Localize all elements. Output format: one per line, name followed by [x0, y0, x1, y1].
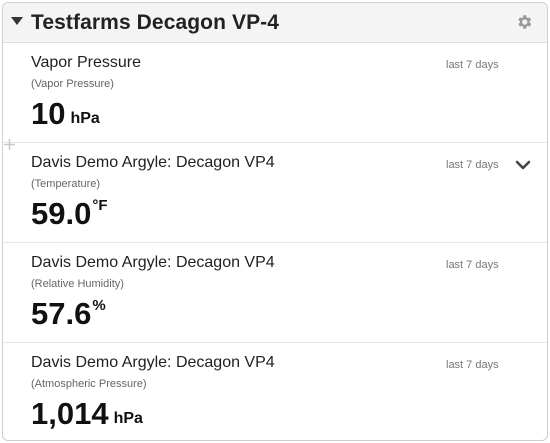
reading: 1,014 hPa [31, 396, 143, 432]
sensor-name: Davis Demo Argyle: Decagon VP4 [31, 154, 275, 171]
metric-type: (Relative Humidity) [31, 278, 124, 290]
reading: 57.6 % [31, 296, 106, 332]
metric-type: (Vapor Pressure) [31, 78, 114, 90]
reading: 59.0 °F [31, 196, 108, 232]
sensor-card[interactable]: Davis Demo Argyle: Decagon VP4 (Temperat… [3, 139, 547, 243]
reading-value: 57.6 [31, 296, 92, 331]
drag-handle-icon[interactable] [4, 139, 15, 150]
reading-unit: °F [92, 197, 108, 214]
reading-unit: hPa [113, 410, 143, 427]
metric-type: (Temperature) [31, 178, 101, 190]
time-period: last 7 days [446, 259, 499, 271]
reading-value: 10 [31, 96, 66, 131]
sensor-name: Vapor Pressure [31, 54, 141, 71]
reading-value: 59.0 [31, 196, 92, 231]
chevron-down-icon[interactable] [515, 159, 531, 171]
sensor-name: Davis Demo Argyle: Decagon VP4 [31, 254, 275, 271]
sensor-card[interactable]: Davis Demo Argyle: Decagon VP4 (Relative… [3, 243, 547, 343]
metric-type: (Atmospheric Pressure) [31, 378, 147, 390]
widget-header: Testfarms Decagon VP-4 [3, 3, 547, 43]
sensor-card[interactable]: Davis Demo Argyle: Decagon VP4 (Atmosphe… [3, 343, 547, 440]
sensor-card[interactable]: Vapor Pressure (Vapor Pressure) last 7 d… [3, 43, 547, 143]
time-period: last 7 days [446, 159, 499, 171]
widget-title: Testfarms Decagon VP-4 [31, 11, 280, 34]
reading-value: 1,014 [31, 396, 109, 431]
time-period: last 7 days [446, 359, 499, 371]
time-period: last 7 days [446, 59, 499, 71]
sensor-widget: Testfarms Decagon VP-4 Vapor Pressure (V… [2, 2, 548, 441]
reading: 10 hPa [31, 96, 100, 132]
reading-unit: hPa [70, 110, 100, 127]
caret-down-icon[interactable] [11, 17, 23, 25]
reading-unit: % [92, 297, 106, 314]
gear-icon[interactable] [515, 13, 533, 31]
sensor-name: Davis Demo Argyle: Decagon VP4 [31, 354, 275, 371]
